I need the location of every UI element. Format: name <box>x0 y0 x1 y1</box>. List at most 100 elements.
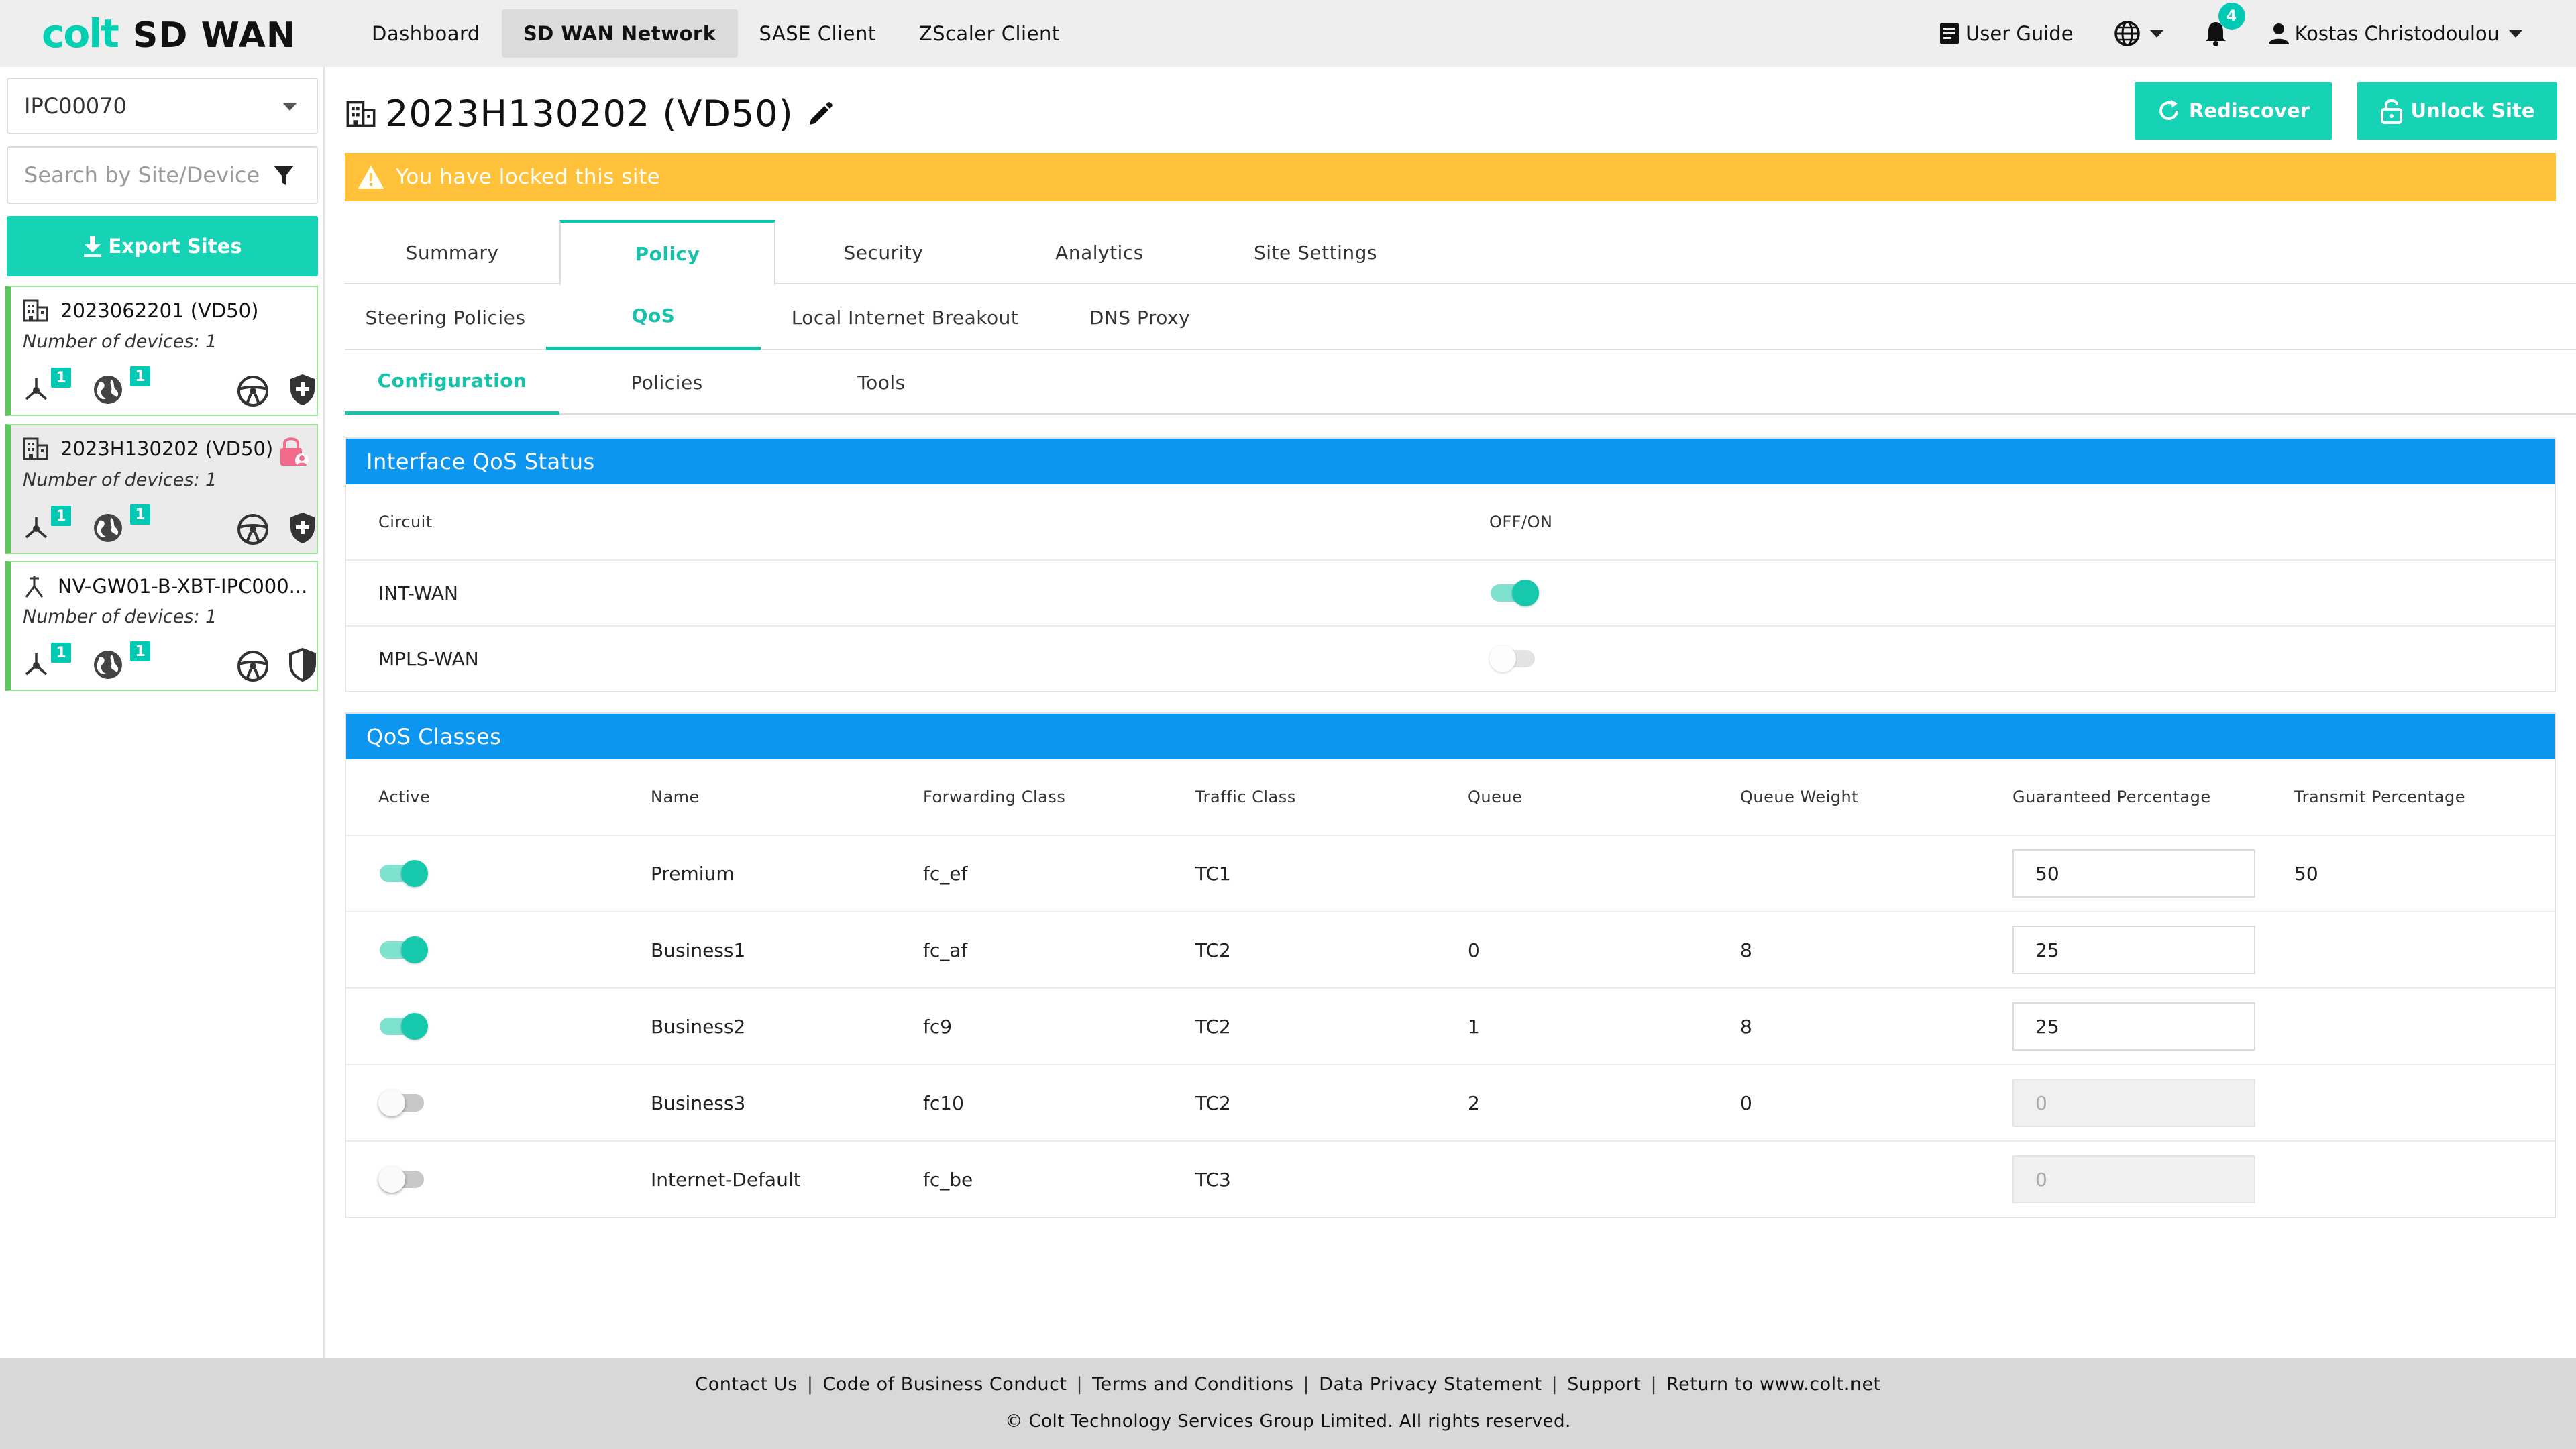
footer: Contact Us | Code of Business Conduct | Te… <box>0 1358 2576 1449</box>
tab-dns-proxy[interactable]: DNS Proxy <box>1049 284 1230 350</box>
tab-steering-policies[interactable]: Steering Policies <box>345 284 546 350</box>
guaranteed-percentage-input[interactable] <box>2012 926 2255 974</box>
download-icon <box>84 236 102 257</box>
guaranteed-percentage-input <box>2012 1155 2255 1203</box>
building-icon <box>23 437 48 460</box>
unlock-site-button[interactable]: Unlock Site <box>2357 82 2557 140</box>
edit-pencil-icon[interactable] <box>807 101 834 127</box>
queue-weight: 8 <box>1740 1015 1752 1038</box>
traffic-class: TC2 <box>1195 1091 1231 1114</box>
int-wan-qos-toggle[interactable] <box>1489 578 1539 608</box>
footer-separator: | <box>1650 1374 1658 1395</box>
table-row: INT-WAN <box>346 561 2555 627</box>
col-guaranteed-percentage: Guaranteed Percentage <box>2012 788 2211 806</box>
tab-configuration[interactable]: Configuration <box>345 350 559 415</box>
transmit-percentage: 50 <box>2294 862 2318 885</box>
steering-wheel-icon <box>237 514 268 545</box>
guaranteed-percentage-input[interactable] <box>2012 1002 2255 1051</box>
footer-support[interactable]: Support <box>1558 1374 1650 1395</box>
tab-analytics[interactable]: Analytics <box>991 220 1208 284</box>
export-sites-button[interactable]: Export Sites <box>7 216 318 276</box>
internet-badge: 1 <box>130 504 150 525</box>
user-menu[interactable]: Kostas Christodoulou <box>2268 22 2522 45</box>
footer-terms[interactable]: Terms and Conditions <box>1083 1374 1303 1395</box>
user-guide-label: User Guide <box>1966 22 2074 45</box>
tab-policies[interactable]: Policies <box>559 350 774 415</box>
language-selector[interactable] <box>2114 20 2163 47</box>
table-row: Business2 fc9 TC2 1 8 <box>346 989 2555 1065</box>
tab-local-internet-breakout[interactable]: Local Internet Breakout <box>761 284 1049 350</box>
main-nav: Dashboard SD WAN Network SASE Client ZSc… <box>350 0 1081 67</box>
building-icon <box>23 299 48 322</box>
tab-policy[interactable]: Policy <box>559 220 775 286</box>
interface-qos-title: Interface QoS Status <box>346 439 2555 484</box>
site-card-selected[interactable]: 2023H130202 (VD50) Number of devices: 1 … <box>5 424 318 554</box>
business1-active-toggle[interactable] <box>378 935 428 965</box>
main-content: 2023H130202 (VD50) Rediscover Unlock Sit… <box>326 67 2576 1358</box>
forwarding-class: fc_ef <box>923 862 968 885</box>
warning-icon <box>358 166 384 189</box>
tab-tools[interactable]: Tools <box>774 350 989 415</box>
col-name: Name <box>651 788 700 806</box>
page-title: 2023H130202 (VD50) <box>346 93 834 135</box>
footer-privacy[interactable]: Data Privacy Statement <box>1309 1374 1551 1395</box>
mpls-wan-qos-toggle[interactable] <box>1489 644 1539 674</box>
business3-active-toggle[interactable] <box>378 1088 428 1118</box>
class-name: Business2 <box>651 1015 746 1038</box>
user-guide-link[interactable]: User Guide <box>1939 21 2074 46</box>
guaranteed-percentage-input[interactable] <box>2012 849 2255 898</box>
col-off-on: OFF/ON <box>1489 513 1553 531</box>
col-active: Active <box>378 788 431 806</box>
lock-user-icon <box>280 437 309 467</box>
nav-zscaler-client[interactable]: ZScaler Client <box>898 9 1081 58</box>
device-count: Number of devices: 1 <box>23 606 217 627</box>
table-row: Business1 fc_af TC2 0 8 <box>346 912 2555 989</box>
nav-sd-wan-network[interactable]: SD WAN Network <box>501 9 738 58</box>
tab-summary[interactable]: Summary <box>345 220 559 284</box>
device-count: Number of devices: 1 <box>23 331 217 352</box>
nav-dashboard[interactable]: Dashboard <box>350 9 502 58</box>
footer-contact-us[interactable]: Contact Us <box>686 1374 806 1395</box>
site-card[interactable]: 2023062201 (VD50) Number of devices: 1 1… <box>5 286 318 416</box>
footer-return-colt[interactable]: Return to www.colt.net <box>1657 1374 1890 1395</box>
footer-separator: | <box>1551 1374 1558 1395</box>
site-card[interactable]: NV-GW01-B-XBT-IPC000... Number of device… <box>5 561 318 691</box>
nav-sase-client[interactable]: SASE Client <box>738 9 898 58</box>
rediscover-label: Rediscover <box>2189 99 2310 122</box>
col-queue: Queue <box>1468 788 1523 806</box>
site-search-input[interactable] <box>24 162 266 188</box>
brand-logo[interactable]: colt SD WAN <box>42 11 337 56</box>
footer-separator: | <box>1076 1374 1083 1395</box>
class-name: Premium <box>651 862 735 885</box>
footer-code-of-conduct[interactable]: Code of Business Conduct <box>813 1374 1076 1395</box>
qos-classes-title: QoS Classes <box>346 714 2555 759</box>
tab-qos[interactable]: QoS <box>546 284 761 350</box>
site-name: NV-GW01-B-XBT-IPC000... <box>58 575 308 598</box>
col-circuit: Circuit <box>378 513 433 531</box>
forwarding-class: fc10 <box>923 1091 964 1114</box>
class-name: Business3 <box>651 1091 746 1114</box>
col-transmit-percentage: Transmit Percentage <box>2294 788 2466 806</box>
tab-site-settings[interactable]: Site Settings <box>1208 220 1424 284</box>
toggle-cell <box>378 1142 428 1217</box>
input-cell <box>2012 836 2255 911</box>
customer-select[interactable]: IPC00070 <box>7 78 318 134</box>
user-icon <box>2268 23 2289 44</box>
product-name: SD WAN <box>132 15 297 56</box>
rediscover-button[interactable]: Rediscover <box>2135 82 2332 140</box>
traffic-class: TC2 <box>1195 938 1231 961</box>
notifications-button[interactable]: 4 <box>2204 3 2245 47</box>
toggle-cell <box>378 1065 428 1140</box>
business2-active-toggle[interactable] <box>378 1012 428 1041</box>
user-name: Kostas Christodoulou <box>2294 22 2500 45</box>
queue: 0 <box>1468 938 1480 961</box>
copyright: © Colt Technology Services Group Limited… <box>1005 1411 1571 1432</box>
premium-active-toggle[interactable] <box>378 859 428 888</box>
globe-icon <box>94 514 122 542</box>
internet-default-active-toggle[interactable] <box>378 1165 428 1194</box>
tab-security[interactable]: Security <box>775 220 991 284</box>
traffic-class: TC3 <box>1195 1168 1231 1191</box>
input-cell <box>2012 989 2255 1064</box>
filter-icon[interactable] <box>272 164 295 188</box>
toggle-cell <box>378 912 428 987</box>
